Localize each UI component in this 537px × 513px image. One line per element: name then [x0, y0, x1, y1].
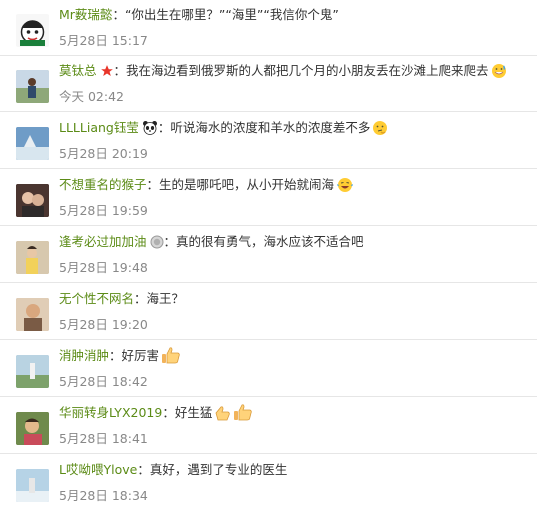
- comment-item: Mr薮瑞懿：“你出生在哪里？”“海里”“我信你个鬼” 5月28日 15:17: [0, 0, 537, 56]
- username-link[interactable]: 逢考必过加加油: [59, 234, 147, 249]
- comment-item: 无个性不网名：海王？ 5月28日 19:20: [0, 284, 537, 340]
- comment-line: 华丽转身LYX2019：好生猛: [59, 403, 529, 423]
- separator: ：: [162, 405, 175, 420]
- comment-item: 不想重名的猴子：生的是哪吒吧，从小开始就闹海 5月28日 19:59: [0, 170, 537, 226]
- comment-item: L哎呦喂Ylove：真好，遇到了专业的医生 5月28日 18:34: [0, 455, 537, 513]
- comment-text: 我在海边看到俄罗斯的人都把几个月的小朋友丢在沙滩上爬来爬去: [126, 63, 489, 78]
- avatar[interactable]: [16, 469, 49, 502]
- comment-text: “你出生在哪里？”“海里”“我信你个鬼”: [124, 7, 339, 22]
- timestamp: 5月28日 20:19: [59, 146, 148, 161]
- avatar[interactable]: [16, 298, 49, 331]
- separator: ：: [137, 462, 150, 477]
- avatar-photo-icon: [16, 298, 49, 331]
- avatar-photo-icon: [16, 241, 49, 274]
- separator: ：: [113, 63, 127, 78]
- clap-thumbs-emoji: [214, 403, 254, 427]
- avatar[interactable]: [16, 355, 49, 388]
- username-link[interactable]: 无个性不网名: [59, 291, 134, 306]
- separator: ：: [157, 120, 171, 135]
- avatar-photo-icon: [16, 184, 49, 217]
- avatar[interactable]: [16, 14, 49, 47]
- avatar[interactable]: [16, 241, 49, 274]
- avatar[interactable]: [16, 184, 49, 217]
- avatar-photo-icon: [16, 469, 49, 502]
- username-link[interactable]: Mr薮瑞懿: [59, 7, 112, 22]
- thumbs-up-emoji: [161, 346, 181, 370]
- username-link[interactable]: 不想重名的猴子: [59, 177, 147, 192]
- comment-text: 好厉害: [121, 348, 160, 363]
- timestamp: 5月28日 19:20: [59, 317, 148, 332]
- timestamp: 5月28日 18:41: [59, 431, 148, 446]
- comment-text: 生的是哪吒吧，从小开始就闹海: [159, 177, 335, 192]
- thinking-emoji: [372, 120, 388, 142]
- separator: ：: [109, 348, 122, 363]
- star-icon: [100, 64, 114, 84]
- timestamp: 5月28日 15:17: [59, 33, 148, 48]
- username-link[interactable]: 莫钛总: [59, 63, 97, 78]
- comment-item: LLLLiang钰莹 ：听说海水的浓度和羊水的浓度差不多 5月28日 20:19: [0, 113, 537, 169]
- grin-sweat-emoji: [491, 63, 507, 85]
- separator: ：: [112, 7, 125, 22]
- comment-line: Mr薮瑞懿：“你出生在哪里？”“海里”“我信你个鬼”: [59, 5, 529, 25]
- username-link[interactable]: 消肿消肿: [59, 348, 109, 363]
- laugh-cry-emoji: [336, 177, 354, 199]
- avatar-photo-icon: [16, 355, 49, 388]
- comment-item: 华丽转身LYX2019：好生猛 5月28日 18:41: [0, 398, 537, 454]
- comment-line: LLLLiang钰莹 ：听说海水的浓度和羊水的浓度差不多: [59, 118, 529, 138]
- cartoon-face-icon: [20, 20, 45, 46]
- username-link[interactable]: L哎呦喂Ylove: [59, 462, 137, 477]
- timestamp: 5月28日 18:34: [59, 488, 148, 503]
- timestamp: 今天 02:42: [59, 89, 124, 104]
- comment-text: 好生猛: [174, 405, 213, 420]
- avatar[interactable]: [16, 412, 49, 445]
- timestamp: 5月28日 18:42: [59, 374, 148, 389]
- username-link[interactable]: LLLLiang钰莹: [59, 120, 139, 135]
- separator: ：: [163, 234, 177, 249]
- comment-line: 不想重名的猴子：生的是哪吒吧，从小开始就闹海: [59, 175, 529, 195]
- comment-line: 逢考必过加加油 ：真的很有勇气，海水应该不适合吧: [59, 232, 529, 252]
- comment-line: 无个性不网名：海王？: [59, 289, 529, 309]
- comment-text: 听说海水的浓度和羊水的浓度差不多: [170, 120, 371, 135]
- panda-icon: [142, 120, 158, 141]
- separator: ：: [146, 177, 160, 192]
- avatar[interactable]: [16, 127, 49, 160]
- username-link[interactable]: 华丽转身LYX2019: [59, 405, 162, 420]
- avatar[interactable]: [16, 70, 49, 103]
- comment-line: 莫钛总 ：我在海边看到俄罗斯的人都把几个月的小朋友丢在沙滩上爬来爬去: [59, 61, 529, 81]
- separator: ：: [134, 291, 147, 306]
- comment-item: 莫钛总 ：我在海边看到俄罗斯的人都把几个月的小朋友丢在沙滩上爬来爬去 今天 02:…: [0, 56, 537, 112]
- timestamp: 5月28日 19:48: [59, 260, 148, 275]
- comment-line: L哎呦喂Ylove：真好，遇到了专业的医生: [59, 460, 529, 480]
- comment-line: 消肿消肿：好厉害: [59, 346, 529, 366]
- medal-icon: [150, 235, 164, 255]
- comment-text: 真好，遇到了专业的医生: [149, 462, 288, 477]
- avatar-photo-icon: [16, 127, 49, 160]
- comment-item: 逢考必过加加油 ：真的很有勇气，海水应该不适合吧 5月28日 19:48: [0, 227, 537, 283]
- avatar-photo-icon: [16, 412, 49, 445]
- comment-text: 真的很有勇气，海水应该不适合吧: [176, 234, 364, 249]
- comment-text: 海王？: [146, 291, 185, 306]
- comment-item: 消肿消肿：好厉害 5月28日 18:42: [0, 341, 537, 397]
- timestamp: 5月28日 19:59: [59, 203, 148, 218]
- avatar-photo-icon: [16, 70, 49, 103]
